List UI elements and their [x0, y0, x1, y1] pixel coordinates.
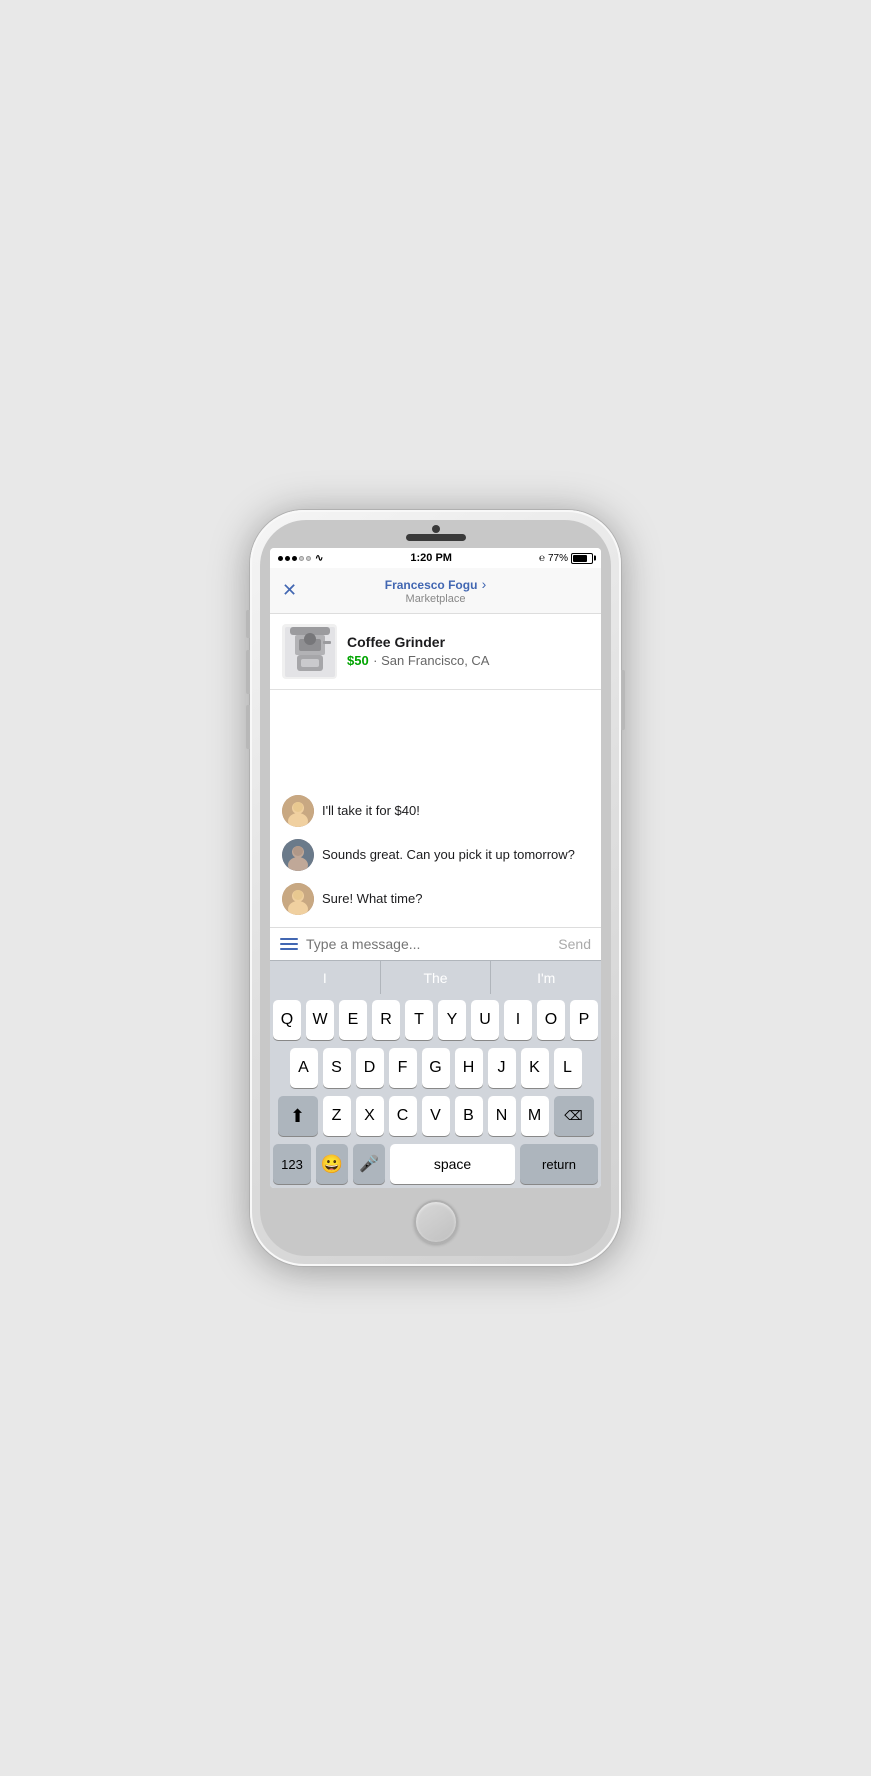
status-left: ∿ — [278, 553, 323, 564]
battery-fill — [573, 555, 587, 562]
signal-dot-2 — [285, 556, 290, 561]
key-y[interactable]: Y — [438, 1000, 466, 1040]
key-x[interactable]: X — [356, 1096, 384, 1136]
home-button[interactable] — [414, 1200, 458, 1244]
return-key[interactable]: return — [520, 1144, 598, 1184]
product-card[interactable]: Coffee Grinder $50 · San Francisco, CA — [270, 614, 601, 690]
key-o[interactable]: O — [537, 1000, 565, 1040]
space-key[interactable]: space — [390, 1144, 515, 1184]
signal-strength — [278, 556, 311, 561]
product-image — [282, 624, 337, 679]
key-l[interactable]: L — [554, 1048, 582, 1088]
key-i[interactable]: I — [504, 1000, 532, 1040]
product-price: $50 — [347, 653, 369, 668]
volume-up-button[interactable] — [246, 650, 250, 694]
menu-line-1 — [280, 938, 298, 940]
phone-frame: ∿ 1:20 PM ℮ 77% ✕ Francesco — [250, 510, 621, 1266]
numbers-key[interactable]: 123 — [273, 1144, 311, 1184]
mic-key[interactable]: 🎤 — [353, 1144, 385, 1184]
status-bar: ∿ 1:20 PM ℮ 77% — [270, 548, 601, 568]
key-u[interactable]: U — [471, 1000, 499, 1040]
message-row: Sounds great. Can you pick it up tomorro… — [282, 839, 589, 871]
key-e[interactable]: E — [339, 1000, 367, 1040]
key-r[interactable]: R — [372, 1000, 400, 1040]
status-right: ℮ 77% — [539, 553, 593, 564]
signal-dot-1 — [278, 556, 283, 561]
message-bubble-3: Sure! What time? — [322, 890, 422, 908]
product-location: · San Francisco, CA — [373, 653, 489, 668]
battery-percent: 77% — [548, 553, 568, 564]
volume-down-button[interactable] — [246, 705, 250, 749]
keyboard-row-2: A S D F G H J K L — [273, 1048, 598, 1088]
signal-dot-5 — [306, 556, 311, 561]
top-notch — [260, 520, 611, 538]
product-name: Coffee Grinder — [347, 634, 589, 650]
key-p[interactable]: P — [570, 1000, 598, 1040]
keyboard: Q W E R T Y U I O P A S D F G — [270, 994, 601, 1188]
bluetooth-icon: ℮ — [539, 553, 545, 564]
header-subtitle: Marketplace — [385, 593, 487, 605]
shift-key[interactable]: ⬆ — [278, 1096, 318, 1136]
message-row: I'll take it for $40! — [282, 795, 589, 827]
key-g[interactable]: G — [422, 1048, 450, 1088]
menu-line-2 — [280, 943, 298, 945]
key-a[interactable]: A — [290, 1048, 318, 1088]
predict-word-2[interactable]: The — [381, 961, 492, 994]
contact-name[interactable]: Francesco Fogu › — [385, 576, 487, 593]
key-h[interactable]: H — [455, 1048, 483, 1088]
keyboard-row-1: Q W E R T Y U I O P — [273, 1000, 598, 1040]
signal-dot-4 — [299, 556, 304, 561]
chevron-icon: › — [482, 576, 487, 592]
signal-dot-3 — [292, 556, 297, 561]
key-j[interactable]: J — [488, 1048, 516, 1088]
key-v[interactable]: V — [422, 1096, 450, 1136]
message-bubble-1: I'll take it for $40! — [322, 802, 420, 820]
chat-header: ✕ Francesco Fogu › Marketplace — [270, 568, 601, 614]
header-title-area: Francesco Fogu › Marketplace — [385, 576, 487, 605]
product-image-svg — [285, 627, 335, 677]
menu-line-3 — [280, 948, 298, 950]
message-input-area: Send — [270, 927, 601, 960]
emoji-key[interactable]: 😀 — [316, 1144, 348, 1184]
keyboard-row-3: ⬆ Z X C V B N M ⌫ — [273, 1096, 598, 1136]
key-t[interactable]: T — [405, 1000, 433, 1040]
avatar-buyer — [282, 795, 314, 827]
predict-word-1[interactable]: I — [270, 961, 381, 994]
speaker-grille — [406, 534, 466, 541]
volume-toggle-button[interactable] — [246, 610, 250, 638]
key-q[interactable]: Q — [273, 1000, 301, 1040]
avatar-seller — [282, 839, 314, 871]
key-z[interactable]: Z — [323, 1096, 351, 1136]
product-info: Coffee Grinder $50 · San Francisco, CA — [347, 634, 589, 670]
menu-icon[interactable] — [280, 938, 298, 950]
key-n[interactable]: N — [488, 1096, 516, 1136]
chat-area: I'll take it for $40! Sounds great. Can … — [270, 690, 601, 927]
predict-word-3[interactable]: I'm — [491, 961, 601, 994]
front-camera — [432, 525, 440, 533]
key-f[interactable]: F — [389, 1048, 417, 1088]
status-time: 1:20 PM — [410, 552, 452, 564]
close-icon: ✕ — [282, 580, 297, 600]
message-row: Sure! What time? — [282, 883, 589, 915]
key-s[interactable]: S — [323, 1048, 351, 1088]
screen: ∿ 1:20 PM ℮ 77% ✕ Francesco — [270, 548, 601, 1188]
battery-icon — [571, 553, 593, 564]
key-w[interactable]: W — [306, 1000, 334, 1040]
keyboard-row-4: 123 😀 🎤 space return — [273, 1144, 598, 1184]
predictive-text-bar: I The I'm — [270, 960, 601, 994]
close-button[interactable]: ✕ — [282, 580, 297, 601]
power-button[interactable] — [621, 670, 625, 730]
send-button[interactable]: Send — [558, 936, 591, 952]
key-b[interactable]: B — [455, 1096, 483, 1136]
key-k[interactable]: K — [521, 1048, 549, 1088]
phone-body: ∿ 1:20 PM ℮ 77% ✕ Francesco — [260, 520, 611, 1256]
key-d[interactable]: D — [356, 1048, 384, 1088]
avatar-buyer-2 — [282, 883, 314, 915]
key-c[interactable]: C — [389, 1096, 417, 1136]
message-input[interactable] — [306, 936, 550, 952]
key-m[interactable]: M — [521, 1096, 549, 1136]
wifi-icon: ∿ — [315, 553, 323, 564]
backspace-key[interactable]: ⌫ — [554, 1096, 594, 1136]
message-bubble-2: Sounds great. Can you pick it up tomorro… — [322, 846, 575, 864]
